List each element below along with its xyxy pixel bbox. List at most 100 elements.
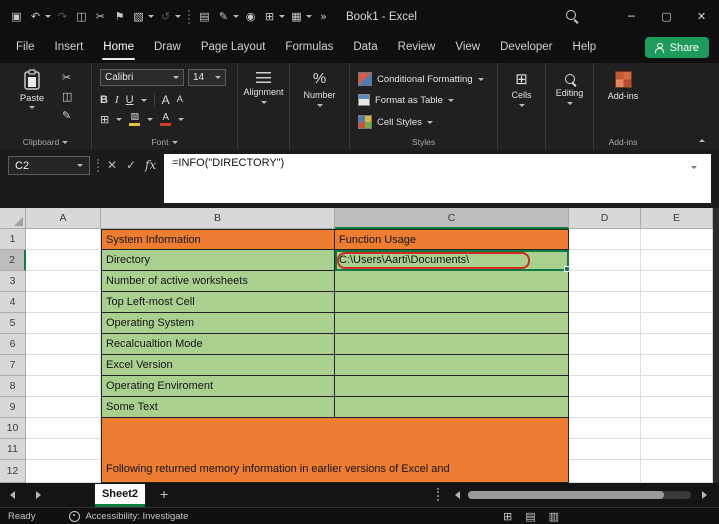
save-icon[interactable]: ▣	[8, 10, 25, 23]
row-header-1[interactable]: 1	[0, 229, 26, 250]
column-header-c[interactable]: C	[335, 208, 569, 229]
cell-e1[interactable]	[641, 229, 713, 250]
cell-styles-button[interactable]: Cell Styles	[358, 115, 433, 129]
cell-c6[interactable]	[335, 334, 569, 355]
formula-input[interactable]: =INFO("DIRECTORY")	[164, 154, 711, 203]
shrink-font-button[interactable]: A	[177, 93, 183, 107]
row-header-9[interactable]: 9	[0, 397, 26, 418]
cell-b2[interactable]: Directory	[101, 250, 335, 271]
cell-d6[interactable]	[569, 334, 641, 355]
borders-button[interactable]: ⊞	[100, 113, 109, 126]
cell-d1[interactable]	[569, 229, 641, 250]
camera-icon[interactable]: ◉	[242, 10, 259, 23]
cell-a7[interactable]	[26, 355, 101, 376]
font-color-button[interactable]: A	[160, 113, 171, 126]
cell-b5[interactable]: Operating System	[101, 313, 335, 334]
row-header-5[interactable]: 5	[0, 313, 26, 334]
hscroll-left-icon[interactable]	[455, 491, 460, 499]
tab-formulas[interactable]: Formulas	[275, 33, 343, 63]
cell-a6[interactable]	[26, 334, 101, 355]
font-name-dropdown-icon[interactable]	[173, 76, 179, 79]
horizontal-scrollbar[interactable]	[468, 491, 691, 499]
close-button[interactable]: ✕	[684, 0, 719, 33]
page-layout-view-button[interactable]: ▤	[525, 510, 535, 523]
italic-button[interactable]: I	[115, 93, 119, 107]
paste-dropdown-icon[interactable]	[29, 106, 35, 109]
copy-icon[interactable]: ◫	[62, 90, 72, 103]
cell-d3[interactable]	[569, 271, 641, 292]
kanban-flag-icon[interactable]: ⚑	[111, 10, 128, 23]
fill-handle[interactable]	[564, 266, 570, 272]
row-header-2[interactable]: 2	[0, 250, 26, 271]
font-launcher-icon[interactable]	[172, 141, 178, 144]
borders-dropdown-icon[interactable]	[116, 118, 122, 121]
cell-e11[interactable]	[641, 439, 713, 460]
redo-icon[interactable]: ↷	[54, 10, 71, 23]
cell-d4[interactable]	[569, 292, 641, 313]
alignment-button[interactable]: Alignment	[238, 63, 289, 150]
grow-font-button[interactable]: A	[162, 93, 170, 107]
row-header-4[interactable]: 4	[0, 292, 26, 313]
undo-icon[interactable]: ↶	[27, 10, 44, 23]
pen-dropdown-icon[interactable]	[233, 15, 239, 18]
undo-dropdown-icon[interactable]	[45, 15, 51, 18]
cell-d8[interactable]	[569, 376, 641, 397]
cell-b6[interactable]: Recalcualtion Mode	[101, 334, 335, 355]
cell-e5[interactable]	[641, 313, 713, 334]
cell-b9[interactable]: Some Text	[101, 397, 335, 418]
normal-view-button[interactable]: ⊞	[503, 510, 512, 523]
cell-c7[interactable]	[335, 355, 569, 376]
font-name-combo[interactable]: Calibri	[100, 69, 184, 86]
group-caption-clipboard[interactable]: Clipboard	[0, 137, 91, 147]
cell-e6[interactable]	[641, 334, 713, 355]
cell-c5[interactable]	[335, 313, 569, 334]
cell-a8[interactable]	[26, 376, 101, 397]
tab-page-layout[interactable]: Page Layout	[191, 33, 276, 63]
column-header-b[interactable]: B	[101, 208, 335, 229]
underline-dropdown-icon[interactable]	[141, 99, 147, 102]
tab-home[interactable]: Home	[93, 33, 144, 63]
pen-icon[interactable]: ✎	[215, 10, 232, 23]
minimize-button[interactable]: ─	[614, 0, 649, 33]
table-icon[interactable]: ⊞	[261, 10, 278, 23]
fill-color-dropdown-icon[interactable]	[147, 118, 153, 121]
clipboard-launcher-icon[interactable]	[62, 141, 68, 144]
cell-c4[interactable]	[335, 292, 569, 313]
page-break-preview-button[interactable]: ▥	[549, 510, 559, 523]
picture-icon[interactable]: ▧	[130, 10, 147, 23]
cell-a12[interactable]	[26, 460, 101, 483]
borders-dropdown-icon[interactable]	[306, 15, 312, 18]
format-as-table-button[interactable]: Format as Table	[358, 94, 454, 106]
cell-a9[interactable]	[26, 397, 101, 418]
merged-note-cell[interactable]: Following returned memory information in…	[101, 418, 569, 483]
tab-view[interactable]: View	[445, 33, 490, 63]
expand-formula-bar-icon[interactable]	[691, 166, 697, 169]
copy-icon[interactable]: ◫	[73, 10, 90, 23]
row-header-11[interactable]: 11	[0, 439, 26, 460]
name-box[interactable]: C2	[8, 156, 90, 175]
row-header-10[interactable]: 10	[0, 418, 26, 439]
cut-icon[interactable]: ✂	[92, 10, 109, 23]
borders-icon[interactable]: ▦	[288, 10, 305, 23]
sheet-nav-right-icon[interactable]	[36, 491, 41, 499]
column-header-e[interactable]: E	[641, 208, 713, 229]
cell-c2-selected[interactable]: C:\Users\Aarti\Documents\	[335, 250, 569, 271]
row-header-12[interactable]: 12	[0, 460, 26, 483]
cell-d7[interactable]	[569, 355, 641, 376]
accessibility-icon[interactable]	[69, 511, 80, 522]
document-icon[interactable]: ▤	[196, 10, 213, 23]
cell-b7[interactable]: Excel Version	[101, 355, 335, 376]
cell-e8[interactable]	[641, 376, 713, 397]
cell-e2[interactable]	[641, 250, 713, 271]
vertical-scrollbar[interactable]	[713, 208, 719, 483]
hscroll-right-icon[interactable]	[702, 491, 707, 499]
cell-b1[interactable]: System Information	[101, 229, 335, 250]
name-box-dropdown-icon[interactable]	[77, 164, 83, 167]
cell-b4[interactable]: Top Left-most Cell	[101, 292, 335, 313]
cell-d5[interactable]	[569, 313, 641, 334]
insert-function-button[interactable]: fx	[145, 156, 156, 175]
font-size-combo[interactable]: 14	[188, 69, 226, 86]
group-caption-styles[interactable]: Styles	[350, 137, 497, 147]
collapse-ribbon-icon[interactable]	[699, 139, 705, 142]
cell-d10[interactable]	[569, 418, 641, 439]
